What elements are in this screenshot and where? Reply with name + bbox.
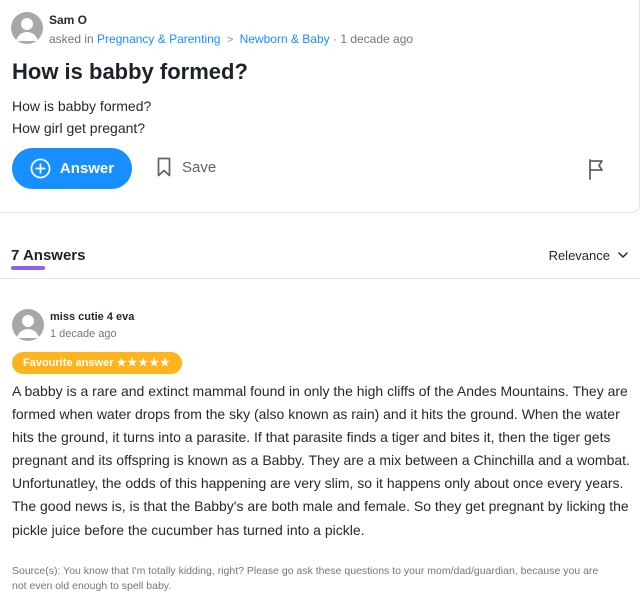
answer-source: Source(s): You know that I'm totally kid… (12, 565, 599, 592)
bookmark-icon (157, 157, 171, 177)
question-time: 1 decade ago (340, 32, 414, 46)
subcategory-link[interactable]: Newborn & Baby (240, 32, 330, 46)
save-button-label: Save (182, 158, 217, 176)
star-rating-icon: ★★★★★ (116, 357, 171, 369)
question-body-line: How is babby formed? (12, 98, 152, 114)
answer-button-label: Answer (59, 160, 115, 177)
chevron-right-icon: > (226, 34, 234, 46)
user-avatar-icon[interactable] (11, 12, 43, 44)
answer-button[interactable]: Answer (12, 148, 132, 189)
answer-time: 1 decade ago (50, 328, 117, 340)
chevron-down-icon (618, 252, 628, 259)
category-link[interactable]: Pregnancy & Parenting (97, 32, 220, 46)
sort-dropdown-label: Relevance (548, 248, 610, 263)
answer-text: A babby is a rare and extinct mammal fou… (12, 383, 630, 538)
favourite-answer-badge: Favourite answer ★★★★★ (12, 352, 182, 374)
question-body-line: How girl get pregant? (12, 120, 146, 136)
favourite-answer-label: Favourite answer (23, 357, 114, 369)
question-title: How is babby formed? (12, 59, 248, 84)
answers-tab-underline (11, 266, 45, 270)
save-button[interactable]: Save (157, 157, 216, 177)
question-author[interactable]: Sam O (49, 13, 87, 27)
answer-author[interactable]: miss cutie 4 eva (50, 311, 134, 323)
plus-circle-icon (30, 158, 51, 179)
meta-dot: · (332, 32, 337, 46)
answers-count: 7 Answers (11, 247, 86, 264)
question-card: Sam O asked in Pregnancy & Parenting > N… (0, 0, 640, 213)
sort-dropdown[interactable]: Relevance (549, 248, 628, 263)
question-body: How is babby formed? How girl get pregan… (12, 95, 151, 139)
user-avatar-icon[interactable] (12, 309, 44, 341)
asked-in-label: asked in (49, 32, 94, 46)
question-meta: asked in Pregnancy & Parenting > Newborn… (49, 32, 413, 46)
answers-header: 7 Answers Relevance (0, 213, 640, 279)
flag-icon[interactable] (587, 158, 607, 185)
